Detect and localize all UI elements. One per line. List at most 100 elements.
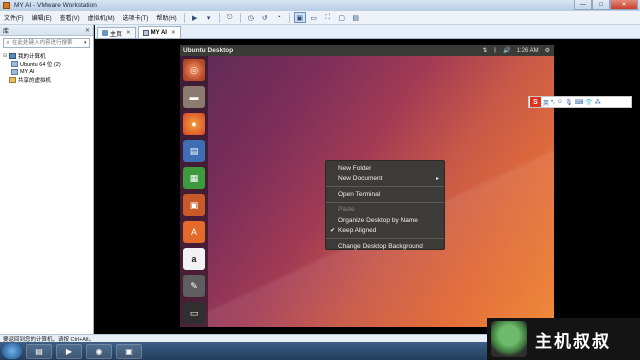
ubuntu-desktop[interactable]: Ubuntu Desktop ⇅ ᛒ 🔊 1:26 AM ⚙ ◎ ▬ ● ▤ ▦… (180, 45, 554, 327)
menu-item-label: Keep Aligned (338, 227, 377, 235)
menu-help[interactable]: 帮助(H) (152, 13, 180, 22)
start-button[interactable] (2, 343, 22, 359)
library-view-icon[interactable]: ▣ (293, 12, 306, 23)
taskbar-media-icon[interactable]: ▶ (56, 343, 82, 359)
amazon-icon[interactable]: a (183, 248, 205, 270)
ubuntu-launcher: ◎ ▬ ● ▤ ▦ ▣ A a ✎ ▭ (180, 56, 208, 327)
toolbox-icon[interactable]: ⁂ (595, 99, 601, 106)
vm-icon (11, 69, 18, 75)
unity-icon[interactable]: ▢ (336, 12, 348, 23)
console-view-icon[interactable]: ▤ (350, 12, 362, 23)
chevron-down-icon[interactable]: ▾ (84, 40, 87, 46)
ime-toolbar[interactable]: S 英 •, ☺ 🎙 ⌨ 👕 ⁂ (528, 96, 632, 108)
system-settings-icon[interactable]: ✎ (183, 275, 205, 297)
toolbar-divider (288, 12, 290, 23)
library-search[interactable]: ⌕ ▾ (3, 38, 90, 48)
taskbar-vmware-icon[interactable]: ▣ (116, 343, 142, 359)
thumbnail-view-icon[interactable]: ▭ (308, 12, 320, 23)
volume-icon[interactable]: 🔊 (503, 47, 510, 54)
libreoffice-writer-icon[interactable]: ▤ (183, 140, 205, 162)
ime-mode[interactable]: 英 (543, 98, 549, 107)
maximize-button[interactable]: □ (592, 0, 610, 10)
voice-icon[interactable]: 🎙 (565, 99, 573, 106)
toolbar-divider (183, 12, 185, 23)
menu-item-change-background[interactable]: Change Desktop Background (326, 241, 444, 252)
power-icon[interactable]: ▶ (189, 12, 201, 23)
menu-divider (326, 201, 444, 203)
snapshot-icon[interactable]: ◷ (245, 12, 257, 23)
send-ctrl-alt-del-icon[interactable]: ⎋ (224, 12, 236, 23)
tree-item-my-computer[interactable]: ⊟ 我的计算机 (3, 52, 90, 60)
clock[interactable]: 1:26 AM (517, 48, 539, 54)
checkmark-icon: ✔ (330, 228, 336, 235)
library-sidebar: 库 ✕ ⌕ ▾ ⊟ 我的计算机 Ubuntu 64 位 (2) MY AI 共享… (0, 25, 94, 334)
menu-file[interactable]: 文件(F) (0, 13, 28, 22)
search-icon: ⌕ (6, 39, 10, 46)
close-library-icon[interactable]: ✕ (85, 27, 90, 34)
window-title: MY AI - VMware Workstation (14, 2, 97, 9)
window-controls: — □ ✕ (574, 0, 638, 10)
watermark-avatar (491, 321, 527, 357)
close-tab-icon[interactable]: ✕ (126, 30, 131, 36)
computer-icon (9, 53, 16, 59)
close-tab-icon[interactable]: ✕ (171, 30, 176, 36)
tab-strip: 主页 ✕ MY AI ✕ (95, 25, 640, 39)
tree-item-shared[interactable]: 共享的虚拟机 (3, 76, 90, 84)
menu-item-open-terminal[interactable]: Open Terminal (326, 189, 444, 200)
punctuation-icon[interactable]: •, (551, 99, 555, 105)
ubuntu-indicators: ⇅ ᛒ 🔊 1:26 AM ⚙ (482, 45, 550, 56)
ubuntu-dash-icon[interactable]: ◎ (183, 59, 205, 81)
menu-item-label: Open Terminal (338, 190, 381, 198)
network-icon[interactable]: ⇅ (482, 47, 487, 54)
ubuntu-panel-title: Ubuntu Desktop (183, 47, 234, 54)
taskbar-browser-icon[interactable]: ◉ (86, 343, 112, 359)
desktop-context-menu: New Folder New Document ▸ Open Terminal … (325, 160, 445, 250)
search-input[interactable] (12, 39, 82, 47)
menu-item-keep-aligned[interactable]: ✔ Keep Aligned (326, 226, 444, 237)
skin-icon[interactable]: 👕 (585, 99, 592, 106)
library-header: 库 ✕ (0, 25, 93, 36)
trash-icon[interactable]: ▭ (183, 302, 205, 324)
revert-snapshot-icon[interactable]: ↺ (259, 12, 271, 23)
menu-item-new-folder[interactable]: New Folder (326, 163, 444, 174)
power-dropdown-icon[interactable]: ▾ (203, 12, 215, 23)
home-icon (102, 30, 108, 36)
keyboard-icon[interactable]: ⌨ (575, 99, 584, 106)
menu-edit[interactable]: 编辑(E) (28, 13, 56, 22)
sogou-logo-icon[interactable]: S (530, 97, 541, 107)
menu-divider (326, 238, 444, 239)
close-button[interactable]: ✕ (610, 0, 638, 10)
snapshot-manager-icon[interactable]: ◔ (273, 12, 285, 23)
firefox-icon[interactable]: ● (183, 113, 205, 135)
menubar: 文件(F) 编辑(E) 查看(V) 虚拟机(M) 选项卡(T) 帮助(H) ▶ … (0, 11, 640, 25)
fullscreen-icon[interactable]: ⛶ (322, 12, 334, 23)
menu-item-organize[interactable]: Organize Desktop by Name (326, 215, 444, 226)
settings-gear-icon[interactable]: ⚙ (545, 47, 550, 54)
libreoffice-impress-icon[interactable]: ▣ (183, 194, 205, 216)
menu-vm[interactable]: 虚拟机(M) (84, 13, 119, 22)
vm-console[interactable]: Ubuntu Desktop ⇅ ᛒ 🔊 1:26 AM ⚙ ◎ ▬ ● ▤ ▦… (95, 40, 640, 334)
menu-item-label: Change Desktop Background (338, 242, 423, 250)
menu-tabs[interactable]: 选项卡(T) (119, 13, 153, 22)
menu-view[interactable]: 查看(V) (56, 13, 84, 22)
vmware-app-icon (3, 2, 10, 9)
emoji-icon[interactable]: ☺ (557, 99, 563, 105)
tab-myai[interactable]: MY AI ✕ (137, 26, 181, 38)
watermark-text: 主机叔叔 (535, 331, 611, 352)
tree-item-ubuntu[interactable]: Ubuntu 64 位 (2) (3, 60, 90, 68)
taskbar-explorer-icon[interactable]: ▤ (26, 343, 52, 359)
window-titlebar: MY AI - VMware Workstation — □ ✕ (0, 0, 640, 11)
menu-item-label: New Folder (338, 164, 372, 172)
menu-item-label: Paste (338, 206, 355, 214)
tree-item-myai[interactable]: MY AI (3, 68, 90, 76)
files-icon[interactable]: ▬ (183, 86, 205, 108)
software-center-icon[interactable]: A (183, 221, 205, 243)
bluetooth-icon[interactable]: ᛒ (494, 48, 498, 54)
menu-item-paste: Paste (326, 205, 444, 216)
libreoffice-calc-icon[interactable]: ▦ (183, 167, 205, 189)
menu-item-new-document[interactable]: New Document ▸ (326, 174, 444, 185)
tree-label: Ubuntu 64 位 (2) (20, 62, 61, 68)
tab-home[interactable]: 主页 ✕ (97, 27, 136, 38)
tab-label: 主页 (110, 31, 123, 38)
minimize-button[interactable]: — (574, 0, 592, 10)
